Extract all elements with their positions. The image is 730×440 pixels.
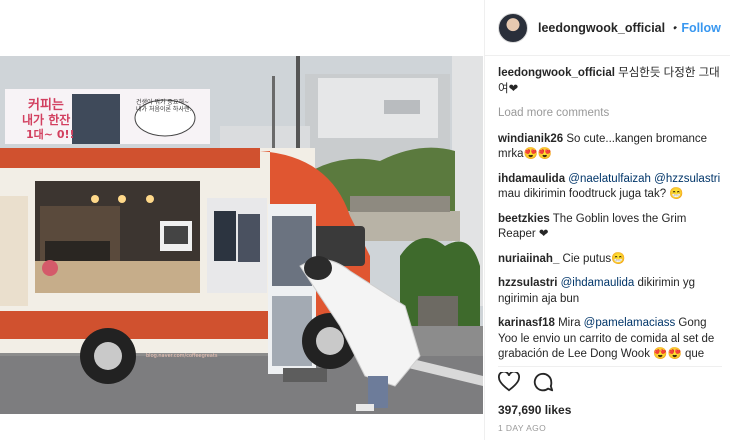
post-actions: 397,690 likes 1 DAY AGO (498, 366, 722, 433)
comment-username[interactable]: hzzsulastri (498, 277, 557, 289)
comment-item: nuriaiinah_ Cie putus😁 (498, 252, 722, 268)
comment-text: Cie putus😁 (559, 252, 626, 265)
comment-item: windianik26 So cute...kangen bromance mr… (498, 132, 722, 163)
avatar[interactable] (498, 12, 528, 43)
comment-bubble-icon[interactable] (532, 371, 554, 398)
comment-username[interactable]: windianik26 (498, 133, 563, 145)
banner-right-text: 건생이 뭐가 중요해~ 내가 처음이론 하사랜. (136, 99, 192, 113)
comment-username[interactable]: ihdamaulida (498, 173, 565, 185)
banner-line-3: 1대~ 0!! (26, 128, 75, 141)
post-photo[interactable]: 커피는 내가 한잔 1대~ 0!! 건생이 뭐가 중요해~ 내가 처음이론 하사… (0, 56, 483, 414)
header-username[interactable]: leedongwook_official (538, 21, 665, 35)
post-side-panel: leedongwook_official • Follow leedongwoo… (484, 0, 730, 440)
comment-item: ihdamaulida @naelatulfaizah @hzzsulastri… (498, 172, 722, 203)
post-header: leedongwook_official • Follow (485, 0, 730, 56)
comments-list[interactable]: leedongwook_official 무심한듯 다정한 그대여❤ Load … (498, 66, 722, 360)
comment-text: Mira (554, 317, 584, 329)
follow-button[interactable]: Follow (681, 21, 721, 35)
post-timestamp[interactable]: 1 DAY AGO (498, 423, 722, 433)
truck-url: blog.naver.com/coffeegreats (146, 353, 218, 359)
comment-mention[interactable]: @naelatulfaizah (565, 173, 651, 185)
comment-mention[interactable]: @ihdamaulida (557, 277, 635, 289)
comment-mention[interactable]: @hzzsulastri (651, 173, 720, 185)
caption: leedongwook_official 무심한듯 다정한 그대여❤ (498, 66, 722, 97)
comment-username[interactable]: nuriaiinah_ (498, 253, 559, 265)
comment-item: hzzsulastri @ihdamaulida dikirimin yg ng… (498, 276, 722, 307)
comment-item: karinasf18 Mira @pamelamaciass Gong Yoo … (498, 316, 722, 360)
comment-mention[interactable]: @pamelamaciass (584, 317, 676, 329)
comment-item: beetzkies The Goblin loves the Grim Reap… (498, 212, 722, 243)
comment-username[interactable]: beetzkies (498, 213, 550, 225)
likes-count[interactable]: 397,690 likes (498, 403, 722, 417)
load-more-comments-link[interactable]: Load more comments (498, 106, 722, 122)
heart-icon[interactable] (498, 370, 520, 397)
comment-text: mau dikirimin foodtruck juga tak? 😁 (498, 188, 684, 200)
caption-username[interactable]: leedongwook_official (498, 67, 615, 79)
comment-username[interactable]: karinasf18 (498, 317, 555, 329)
